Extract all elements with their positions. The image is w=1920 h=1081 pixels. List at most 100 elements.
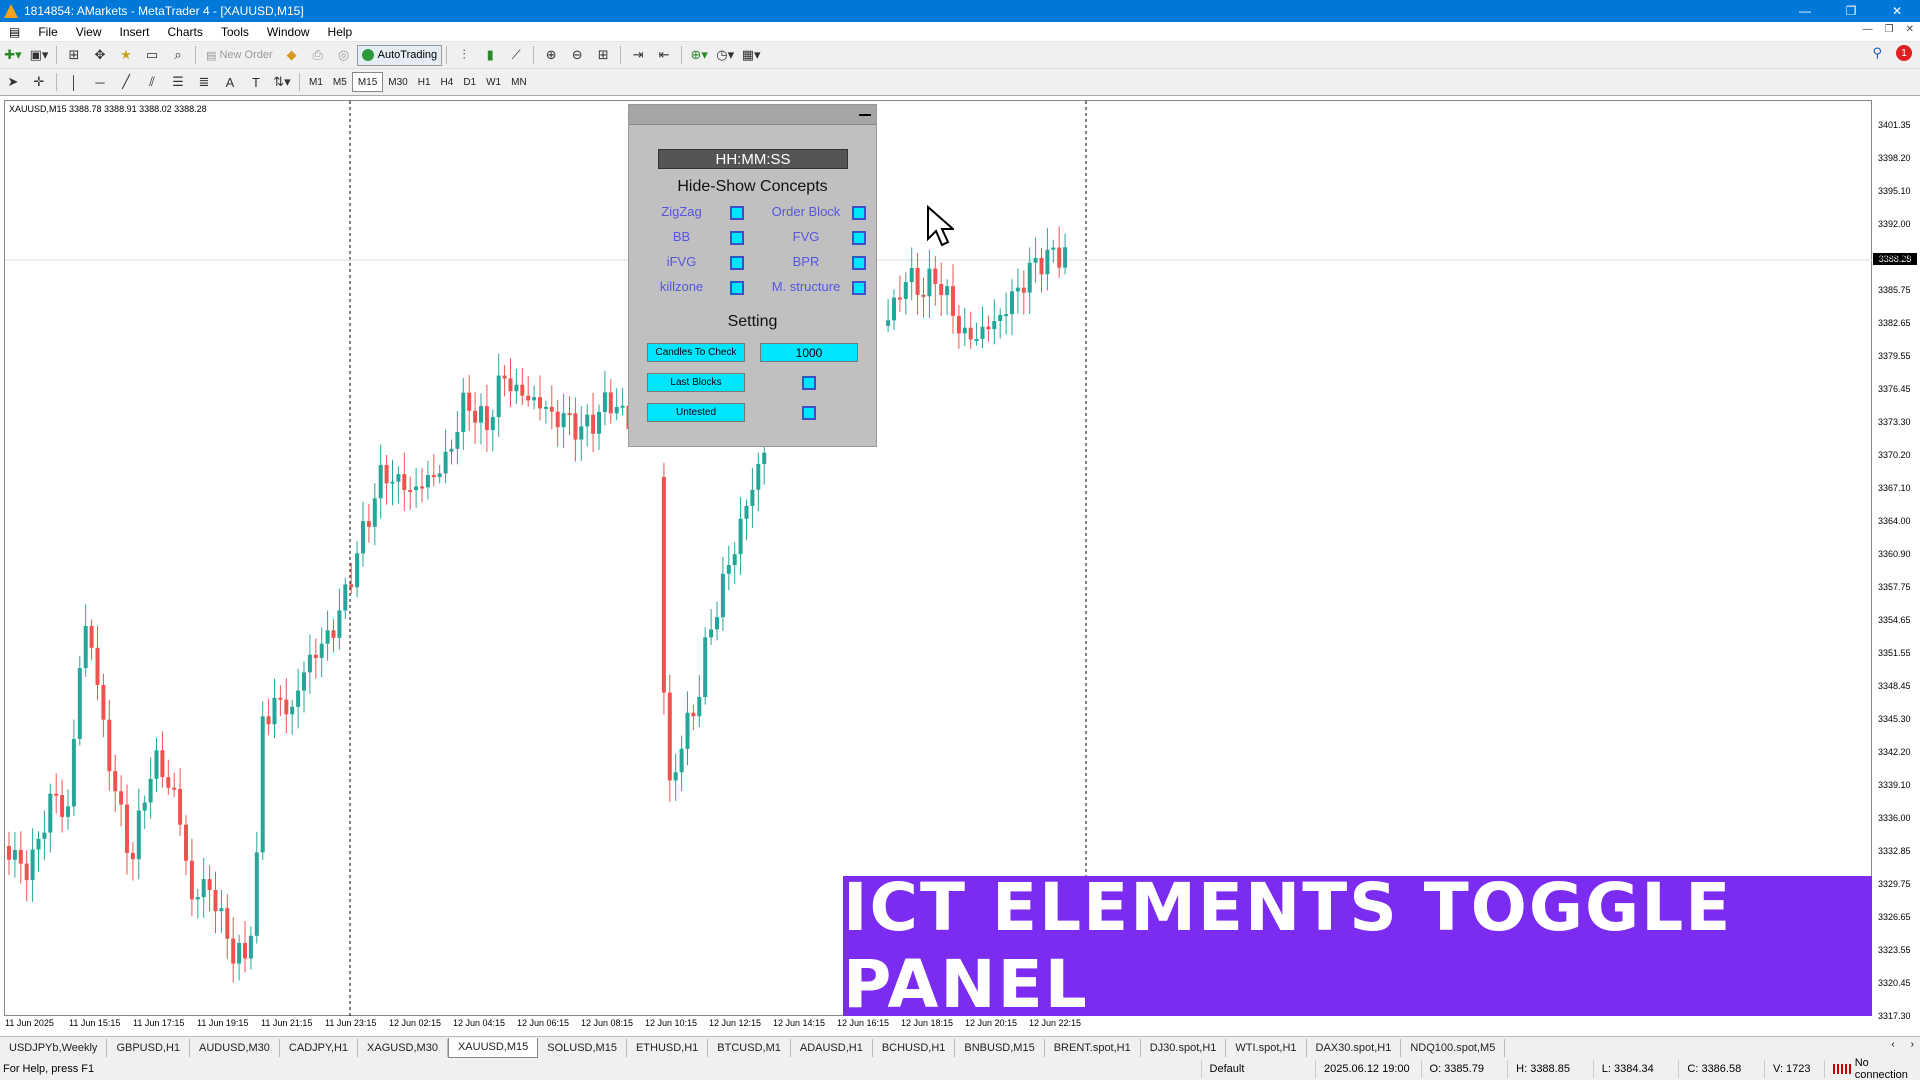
timeframe-m5[interactable]: M5	[328, 72, 352, 92]
restore-button[interactable]: ❐	[1828, 0, 1874, 22]
templates-icon[interactable]: ▦▾	[740, 44, 762, 66]
search-icon[interactable]: ⚲	[1872, 45, 1882, 61]
bpr-checkbox[interactable]	[852, 256, 866, 270]
chart-tab[interactable]: AUDUSD,M30	[190, 1038, 280, 1057]
candle-body	[490, 417, 495, 431]
mdi-restore-icon[interactable]: ❐	[1885, 24, 1894, 35]
navigator-icon[interactable]: ★	[115, 44, 137, 66]
chart-tab[interactable]: XAGUSD,M30	[358, 1038, 448, 1057]
candlesticks-icon[interactable]: ▮	[479, 44, 501, 66]
trendline-icon[interactable]: ╱	[115, 71, 137, 93]
indicators-icon[interactable]: ⊕▾	[688, 44, 710, 66]
timeframe-mn[interactable]: MN	[506, 72, 532, 92]
crosshair-icon[interactable]: ✛	[28, 71, 50, 93]
mdi-close-icon[interactable]: ✕	[1906, 24, 1914, 35]
menu-window[interactable]: Window	[258, 25, 319, 39]
market-structure-checkbox[interactable]	[852, 281, 866, 295]
terminal-icon[interactable]: ▭	[141, 44, 163, 66]
chart-tab[interactable]: USDJPYb,Weekly	[0, 1038, 108, 1057]
print-icon[interactable]: ⎙	[307, 44, 329, 66]
zigzag-checkbox[interactable]	[730, 206, 744, 220]
chart-tab[interactable]: CADJPY,H1	[280, 1038, 359, 1057]
arrows-icon[interactable]: ⇅▾	[271, 71, 293, 93]
market-watch-icon[interactable]: ⊞	[63, 44, 85, 66]
timeframe-h1[interactable]: H1	[413, 72, 436, 92]
bb-checkbox[interactable]	[730, 231, 744, 245]
menu-file[interactable]: File	[29, 25, 66, 39]
tabs-prev-icon[interactable]: ‹	[1891, 1039, 1894, 1050]
fibonacci-fan-icon[interactable]: ≣	[193, 71, 215, 93]
ifvg-checkbox[interactable]	[730, 256, 744, 270]
new-order-button[interactable]: ▤ New Order	[202, 44, 277, 66]
last-blocks-checkbox[interactable]	[802, 376, 816, 390]
candles-to-check-input[interactable]: 1000	[760, 343, 858, 362]
close-button[interactable]: ✕	[1874, 0, 1920, 22]
signals-icon[interactable]: ◎	[333, 44, 355, 66]
chart-tab[interactable]: SOLUSD,M15	[538, 1038, 627, 1057]
chart-tab[interactable]: GBPUSD,H1	[107, 1038, 191, 1057]
zoom-in-icon[interactable]: ⊕	[540, 44, 562, 66]
menu-view[interactable]: View	[67, 25, 111, 39]
chart-tab[interactable]: WTI.spot,H1	[1226, 1038, 1307, 1057]
concept-label-ifvg: iFVG	[666, 254, 697, 269]
panel-minimize-icon[interactable]	[858, 109, 872, 121]
zoom-out-icon[interactable]: ⊖	[566, 44, 588, 66]
chart-tab[interactable]: NDQ100.spot,M5	[1401, 1038, 1506, 1057]
last-blocks-button[interactable]: Last Blocks	[647, 373, 745, 392]
chart-tab[interactable]: BTCUSD,M1	[708, 1038, 791, 1057]
chart-shift-icon[interactable]: ⇥	[627, 44, 649, 66]
timeframe-m15[interactable]: M15	[351, 72, 384, 92]
timeframe-h4[interactable]: H4	[436, 72, 459, 92]
timeframe-d1[interactable]: D1	[458, 72, 481, 92]
strategy-tester-icon[interactable]: ⌕	[167, 44, 189, 66]
equidistant-channel-icon[interactable]: ⫽	[141, 71, 163, 93]
menu-insert[interactable]: Insert	[110, 25, 158, 39]
autotrading-button[interactable]: AutoTrading	[356, 44, 443, 66]
chart-tab[interactable]: XAUUSD,M15	[447, 1037, 539, 1058]
data-window-icon[interactable]: ✥	[89, 44, 111, 66]
killzone-checkbox[interactable]	[730, 281, 744, 295]
vertical-line-icon[interactable]: │	[63, 71, 85, 93]
candle-body	[726, 565, 731, 574]
line-chart-icon[interactable]: ⟋	[505, 44, 527, 66]
tabs-next-icon[interactable]: ›	[1911, 1039, 1914, 1050]
chart-tab[interactable]: DAX30.spot,H1	[1307, 1038, 1402, 1057]
text-icon[interactable]: A	[219, 71, 241, 93]
candles-to-check-button[interactable]: Candles To Check	[647, 343, 745, 362]
untested-button[interactable]: Untested	[647, 403, 745, 422]
text-label-icon[interactable]: T	[245, 71, 267, 93]
price-axis[interactable]: 3388.28 3401.35 3398.20 3395.10 3392.00 3388…	[1872, 100, 1920, 1021]
menu-tools[interactable]: Tools	[212, 25, 258, 39]
cursor-icon[interactable]: ➤	[2, 71, 24, 93]
chart-tab[interactable]: DJ30.spot,H1	[1141, 1038, 1227, 1057]
order-block-checkbox[interactable]	[852, 206, 866, 220]
timeframe-m1[interactable]: M1	[304, 72, 328, 92]
chart-tab[interactable]: BNBUSD,M15	[955, 1038, 1045, 1057]
candle-body	[998, 314, 1003, 321]
horizontal-line-icon[interactable]: ─	[89, 71, 111, 93]
menu-charts[interactable]: Charts	[159, 25, 212, 39]
menu-help[interactable]: Help	[319, 25, 362, 39]
tile-windows-icon[interactable]: ⊞	[592, 44, 614, 66]
mdi-minimize-icon[interactable]: —	[1863, 24, 1873, 35]
panel-header[interactable]	[629, 105, 876, 125]
timeframe-w1[interactable]: W1	[481, 72, 506, 92]
status-connection[interactable]: No connection	[1823, 1057, 1920, 1081]
chart-tab[interactable]: BRENT.spot,H1	[1045, 1038, 1141, 1057]
profiles-icon[interactable]: ▣▾	[28, 44, 50, 66]
notification-badge[interactable]: 1	[1896, 45, 1912, 61]
bar-chart-icon[interactable]: ⫶	[453, 44, 475, 66]
metaeditor-icon[interactable]: ◆	[281, 44, 303, 66]
autoscroll-icon[interactable]: ⇤	[653, 44, 675, 66]
periods-icon[interactable]: ◷▾	[714, 44, 736, 66]
untested-checkbox[interactable]	[802, 406, 816, 420]
chart-window-icon[interactable]: ▤	[0, 25, 29, 39]
new-chart-icon[interactable]: ✚▾	[2, 44, 24, 66]
timeframe-m30[interactable]: M30	[383, 72, 412, 92]
chart-tab[interactable]: ADAUSD,H1	[791, 1038, 873, 1057]
minimize-button[interactable]: —	[1782, 0, 1828, 22]
chart-tab[interactable]: ETHUSD,H1	[627, 1038, 709, 1057]
chart-tab[interactable]: BCHUSD,H1	[873, 1038, 956, 1057]
fibonacci-icon[interactable]: ☰	[167, 71, 189, 93]
fvg-checkbox[interactable]	[852, 231, 866, 245]
